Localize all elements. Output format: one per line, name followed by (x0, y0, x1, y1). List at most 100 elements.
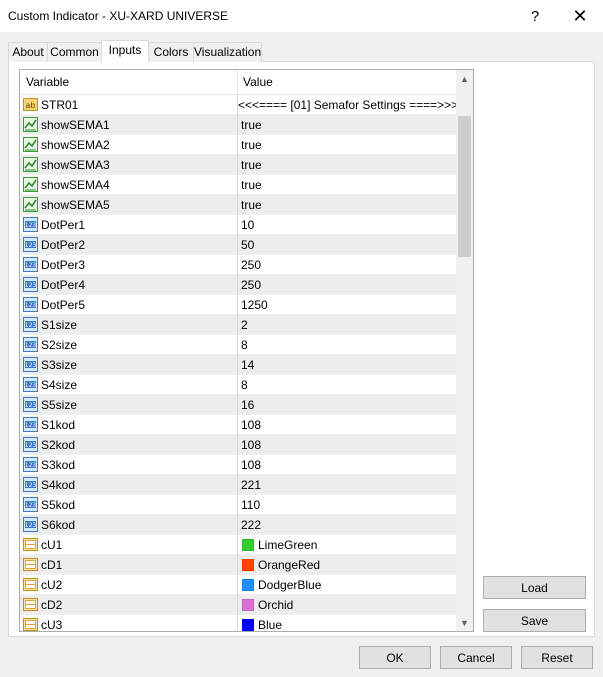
table-row[interactable]: 123 S5kod 110 (20, 495, 457, 515)
svg-text:123: 123 (25, 442, 37, 449)
value-cell[interactable]: 222 (238, 515, 457, 535)
value-cell[interactable]: 8 (238, 375, 457, 395)
variable-cell: 123 S5size (20, 395, 238, 415)
table-row[interactable]: 123 DotPer1 10 (20, 215, 457, 235)
color-swatch (242, 579, 254, 591)
tab-common[interactable]: Common (47, 42, 102, 62)
table-row[interactable]: ab STR01 <<<==== [01] Semafor Settings ===… (20, 95, 457, 115)
variable-name: S5size (41, 398, 78, 412)
tab-colors[interactable]: Colors (148, 42, 194, 62)
svg-text:123: 123 (25, 282, 37, 289)
table-row[interactable]: showSEMA1 true (20, 115, 457, 135)
table-row[interactable]: 123 S3size 14 (20, 355, 457, 375)
tab-visualization[interactable]: Visualization (193, 42, 262, 62)
value-cell[interactable]: <<<==== [01] Semafor Settings ====>>> (238, 95, 457, 115)
value-cell[interactable]: true (238, 195, 457, 215)
table-row[interactable]: cD1 OrangeRed (20, 555, 457, 575)
value-cell[interactable]: 16 (238, 395, 457, 415)
table-row[interactable]: 123 S2kod 108 (20, 435, 457, 455)
help-button[interactable]: ? (512, 0, 558, 32)
value-cell[interactable]: 221 (238, 475, 457, 495)
scroll-up-arrow-icon[interactable]: ▲ (456, 70, 473, 87)
int-123-icon: 123 (23, 397, 38, 412)
svg-text:123: 123 (25, 522, 37, 529)
variable-name: DotPer5 (41, 298, 86, 312)
table-row[interactable]: showSEMA2 true (20, 135, 457, 155)
value-cell[interactable]: true (238, 175, 457, 195)
variable-name: showSEMA1 (41, 118, 110, 132)
variable-name: S1kod (41, 418, 76, 432)
tab-inputs[interactable]: Inputs (101, 40, 149, 62)
table-row[interactable]: 123 S4size 8 (20, 375, 457, 395)
table-row[interactable]: 123 DotPer2 50 (20, 235, 457, 255)
value-cell[interactable]: LimeGreen (238, 535, 457, 555)
value-cell[interactable]: 110 (238, 495, 457, 515)
value-cell[interactable]: 14 (238, 355, 457, 375)
vertical-scrollbar[interactable]: ▲ ▼ (456, 70, 473, 631)
value-cell[interactable]: DodgerBlue (238, 575, 457, 595)
load-button[interactable]: Load (483, 576, 586, 599)
table-row[interactable]: 123 S6kod 222 (20, 515, 457, 535)
table-row[interactable]: showSEMA5 true (20, 195, 457, 215)
table-row[interactable]: cD2 Orchid (20, 595, 457, 615)
scroll-down-arrow-icon[interactable]: ▼ (456, 614, 473, 631)
table-row[interactable]: cU1 LimeGreen (20, 535, 457, 555)
close-button[interactable]: ✕ (557, 0, 603, 32)
table-row[interactable]: 123 S3kod 108 (20, 455, 457, 475)
value-text: 8 (241, 378, 248, 392)
tab-label: Inputs (108, 43, 142, 57)
cancel-button[interactable]: Cancel (440, 646, 512, 669)
value-cell[interactable]: 1250 (238, 295, 457, 315)
table-row[interactable]: 123 DotPer4 250 (20, 275, 457, 295)
value-text: 222 (241, 518, 262, 532)
tab-about[interactable]: About (8, 42, 48, 62)
value-cell[interactable]: 250 (238, 275, 457, 295)
value-text: 10 (241, 218, 255, 232)
value-text: true (241, 178, 262, 192)
variable-name: DotPer2 (41, 238, 86, 252)
save-button[interactable]: Save (483, 609, 586, 632)
column-header-variable[interactable]: Variable (20, 70, 238, 95)
value-text: true (241, 118, 262, 132)
table-row[interactable]: showSEMA3 true (20, 155, 457, 175)
bool-trend-icon (23, 197, 38, 212)
value-cell[interactable]: 10 (238, 215, 457, 235)
int-123-icon: 123 (23, 337, 38, 352)
table-row[interactable]: showSEMA4 true (20, 175, 457, 195)
value-cell[interactable]: 108 (238, 415, 457, 435)
value-cell[interactable]: 250 (238, 255, 457, 275)
value-cell[interactable]: Blue (238, 615, 457, 631)
scrollbar-thumb[interactable] (458, 116, 471, 257)
table-row[interactable]: 123 S1kod 108 (20, 415, 457, 435)
value-cell[interactable]: 108 (238, 455, 457, 475)
table-row[interactable]: 123 S1size 2 (20, 315, 457, 335)
value-cell[interactable]: 8 (238, 335, 457, 355)
tab-label: Colors (153, 45, 189, 59)
table-row[interactable]: 123 DotPer3 250 (20, 255, 457, 275)
svg-text:123: 123 (25, 482, 37, 489)
svg-text:123: 123 (25, 242, 37, 249)
table-row[interactable]: 123 DotPer5 1250 (20, 295, 457, 315)
value-cell[interactable]: OrangeRed (238, 555, 457, 575)
variable-cell: 123 S5kod (20, 495, 238, 515)
ok-button[interactable]: OK (359, 646, 431, 669)
value-cell[interactable]: true (238, 135, 457, 155)
variable-cell: 123 S2kod (20, 435, 238, 455)
value-cell[interactable]: 108 (238, 435, 457, 455)
column-header-value[interactable]: Value (238, 70, 457, 95)
svg-text:123: 123 (25, 262, 37, 269)
table-row[interactable]: cU3 Blue (20, 615, 457, 631)
table-row[interactable]: cU2 DodgerBlue (20, 575, 457, 595)
value-cell[interactable]: Orchid (238, 595, 457, 615)
value-text: 250 (241, 278, 262, 292)
reset-button[interactable]: Reset (521, 646, 593, 669)
value-cell[interactable]: 2 (238, 315, 457, 335)
inputs-grid[interactable]: Variable Value ab STR01 <<<==== [01] Semaf… (19, 69, 474, 632)
value-cell[interactable]: true (238, 115, 457, 135)
table-row[interactable]: 123 S5size 16 (20, 395, 457, 415)
table-row[interactable]: 123 S4kod 221 (20, 475, 457, 495)
table-row[interactable]: 123 S2size 8 (20, 335, 457, 355)
value-cell[interactable]: true (238, 155, 457, 175)
variable-cell: showSEMA4 (20, 175, 238, 195)
value-cell[interactable]: 50 (238, 235, 457, 255)
